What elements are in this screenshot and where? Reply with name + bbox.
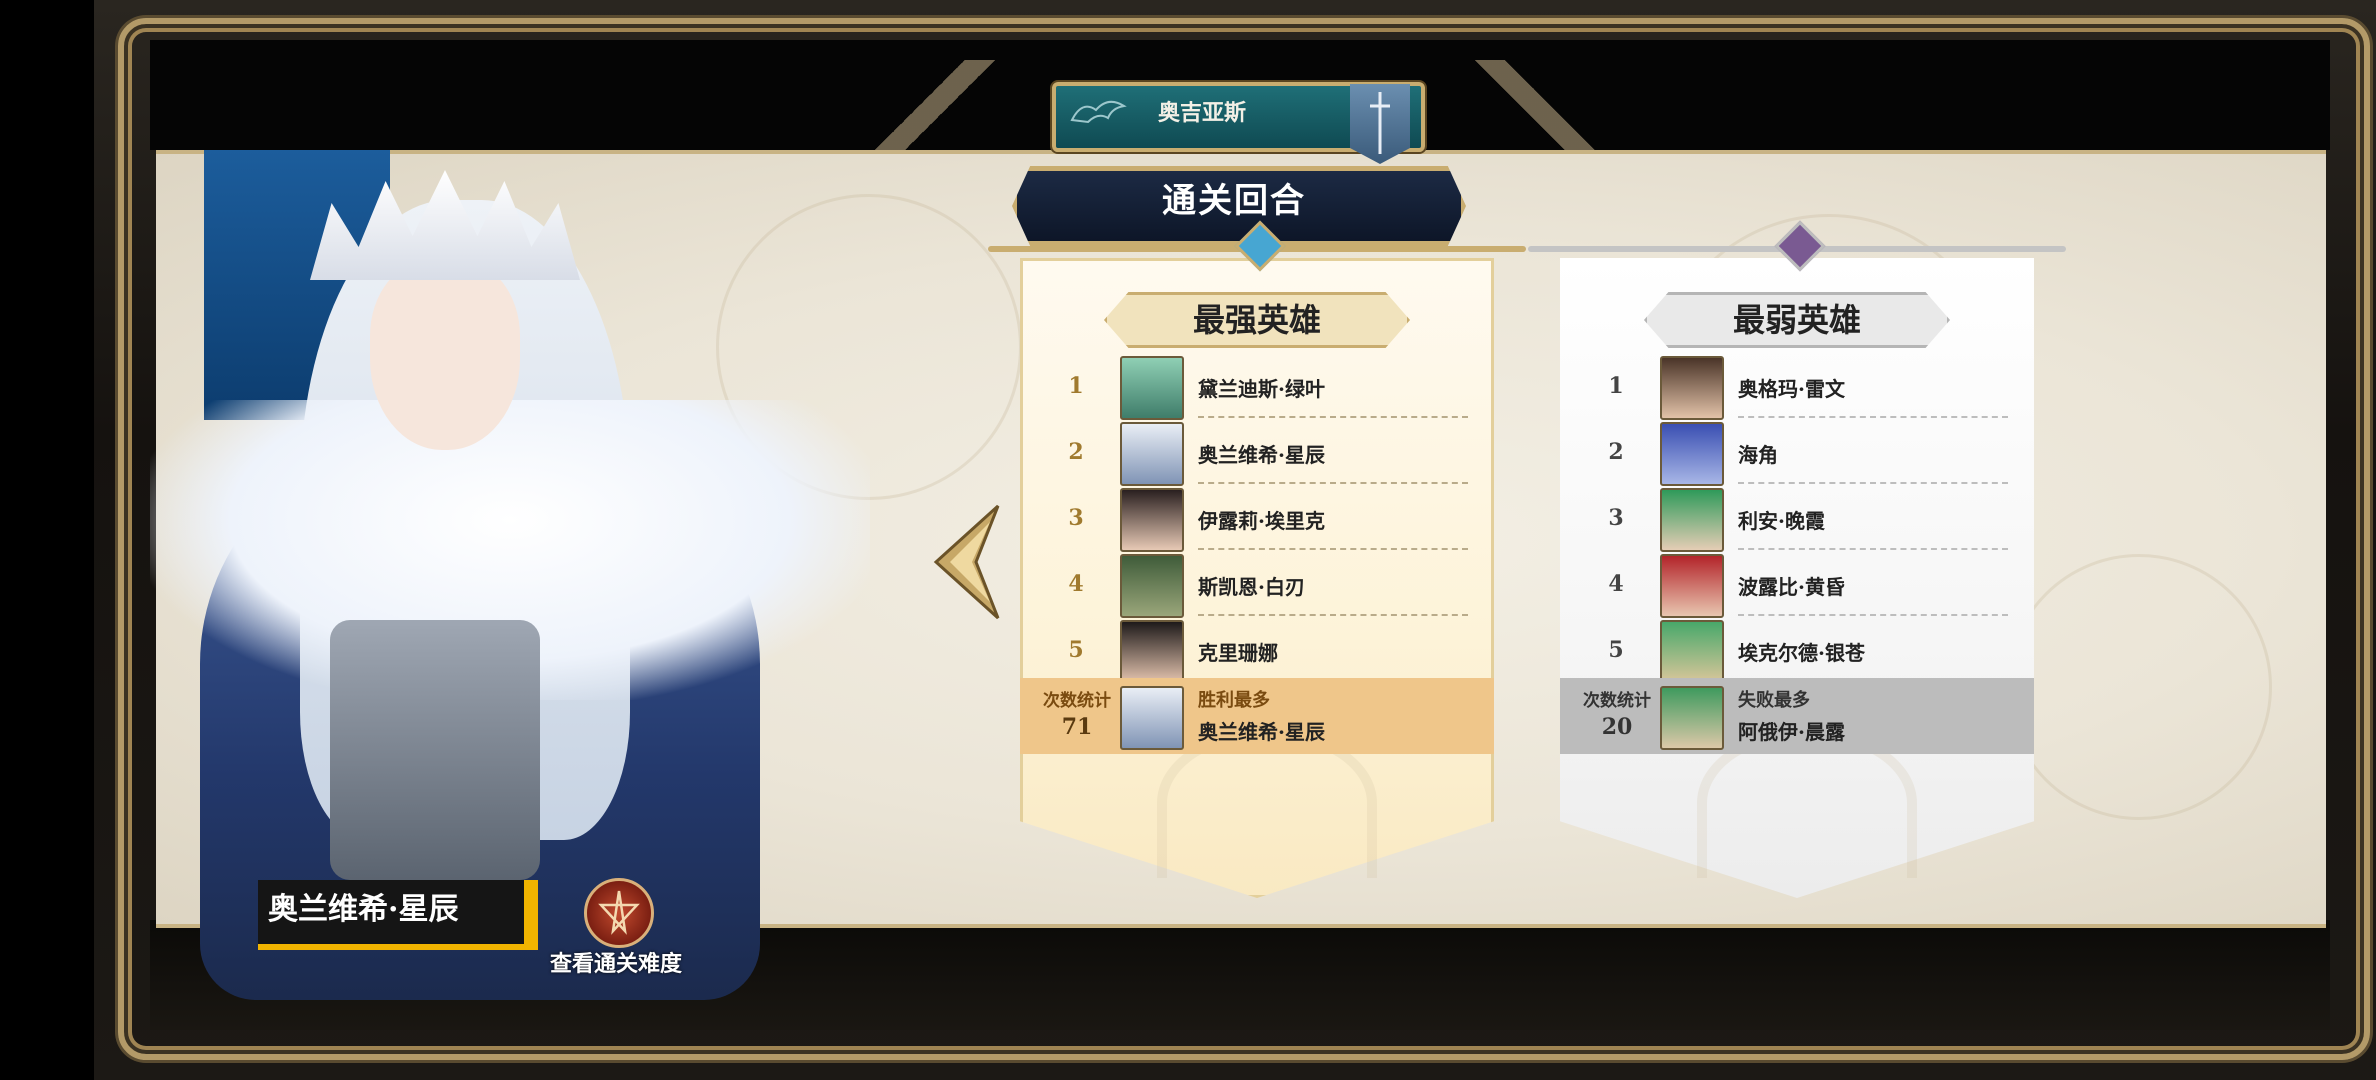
hero-row[interactable]: 1 奥格玛·雷文	[1560, 354, 2034, 420]
stat-caption: 失败最多	[1738, 690, 1810, 711]
hero-name: 奥格玛·雷文	[1738, 354, 2008, 418]
clear-round-title: 通关回合	[1162, 181, 1306, 221]
strongest-heroes-card: 最强英雄 1 黛兰迪斯·绿叶 2 奥兰维希·星辰 3 伊露莉·埃里克 4 斯凯恩…	[988, 220, 1526, 898]
hero-portrait	[1660, 686, 1724, 750]
hero-portrait	[1660, 356, 1724, 420]
character-face	[370, 260, 520, 450]
chevron-left-ornate-icon[interactable]	[928, 502, 1008, 622]
hero-name: 奥兰维希·星辰	[1198, 420, 1468, 484]
hero-row[interactable]: 4 波露比·黄昏	[1560, 552, 2034, 618]
stat-hero-name: 阿俄伊·晨露	[1738, 720, 1845, 744]
view-difficulty-label: 查看通关难度	[549, 951, 682, 977]
hero-row[interactable]: 3 利安·晚霞	[1560, 486, 2034, 552]
rank-number: 1	[1068, 373, 1084, 399]
rank-number: 5	[1608, 637, 1624, 663]
region-name: 奥吉亚斯	[1157, 100, 1246, 126]
hero-row[interactable]: 4 斯凯恩·白刃	[1020, 552, 1494, 618]
hero-portrait	[1120, 686, 1184, 750]
character-name: 奥兰维希·星辰	[268, 892, 459, 927]
card-title: 最弱英雄	[1644, 292, 1950, 348]
rank-number: 2	[1068, 439, 1084, 465]
region-sword-emblem	[1350, 84, 1410, 164]
hero-row[interactable]: 2 奥兰维希·星辰	[1020, 420, 1494, 486]
hero-portrait	[1660, 554, 1724, 618]
character-armor	[330, 620, 540, 880]
pentagram-seal-icon	[584, 878, 654, 948]
card-title: 最强英雄	[1104, 292, 1410, 348]
rank-number: 3	[1068, 505, 1084, 531]
rank-number: 3	[1608, 505, 1624, 531]
view-difficulty-button[interactable]: 查看通关难度	[536, 878, 696, 988]
rank-number: 5	[1068, 637, 1084, 663]
stat-band: 次数统计 20 失败最多 阿俄伊·晨露	[1560, 678, 2034, 754]
hero-portrait	[1120, 422, 1184, 486]
stat-value: 20	[1601, 714, 1633, 740]
stat-label: 次数统计	[1583, 691, 1651, 711]
stat-hero-name: 奥兰维希·星辰	[1198, 720, 1325, 744]
hero-portrait	[1660, 488, 1724, 552]
rank-number: 4	[1608, 571, 1624, 597]
rank-number: 2	[1608, 439, 1624, 465]
hero-name: 波露比·黄昏	[1738, 552, 2008, 616]
hero-row[interactable]: 5 克里珊娜	[1020, 618, 1494, 684]
stat-value: 71	[1061, 714, 1093, 740]
hero-name: 斯凯恩·白刃	[1198, 552, 1468, 616]
hero-portrait	[1660, 620, 1724, 684]
rank-number: 4	[1068, 571, 1084, 597]
hero-portrait	[1120, 620, 1184, 684]
stat-band: 次数统计 71 胜利最多 奥兰维希·星辰	[1020, 678, 1494, 754]
stat-label: 次数统计	[1043, 691, 1111, 711]
hero-portrait	[1120, 488, 1184, 552]
hero-name: 海角	[1738, 420, 2008, 484]
stat-caption: 胜利最多	[1198, 690, 1270, 711]
hero-name: 克里珊娜	[1198, 618, 1468, 682]
hero-portrait	[1120, 554, 1184, 618]
hero-name: 黛兰迪斯·绿叶	[1198, 354, 1468, 418]
hero-row[interactable]: 5 埃克尔德·银苍	[1560, 618, 2034, 684]
hero-name: 利安·晚霞	[1738, 486, 2008, 550]
hero-row[interactable]: 2 海角	[1560, 420, 2034, 486]
hero-name: 埃克尔德·银苍	[1738, 618, 2008, 682]
hero-portrait	[1120, 356, 1184, 420]
hero-name: 伊露莉·埃里克	[1198, 486, 1468, 550]
rank-number: 1	[1608, 373, 1624, 399]
hero-portrait	[1660, 422, 1724, 486]
hero-row[interactable]: 3 伊露莉·埃里克	[1020, 486, 1494, 552]
weakest-heroes-card: 最弱英雄 1 奥格玛·雷文 2 海角 3 利安·晚霞 4 波露比·黄昏 5 埃克…	[1528, 220, 2066, 898]
hero-row[interactable]: 1 黛兰迪斯·绿叶	[1020, 354, 1494, 420]
